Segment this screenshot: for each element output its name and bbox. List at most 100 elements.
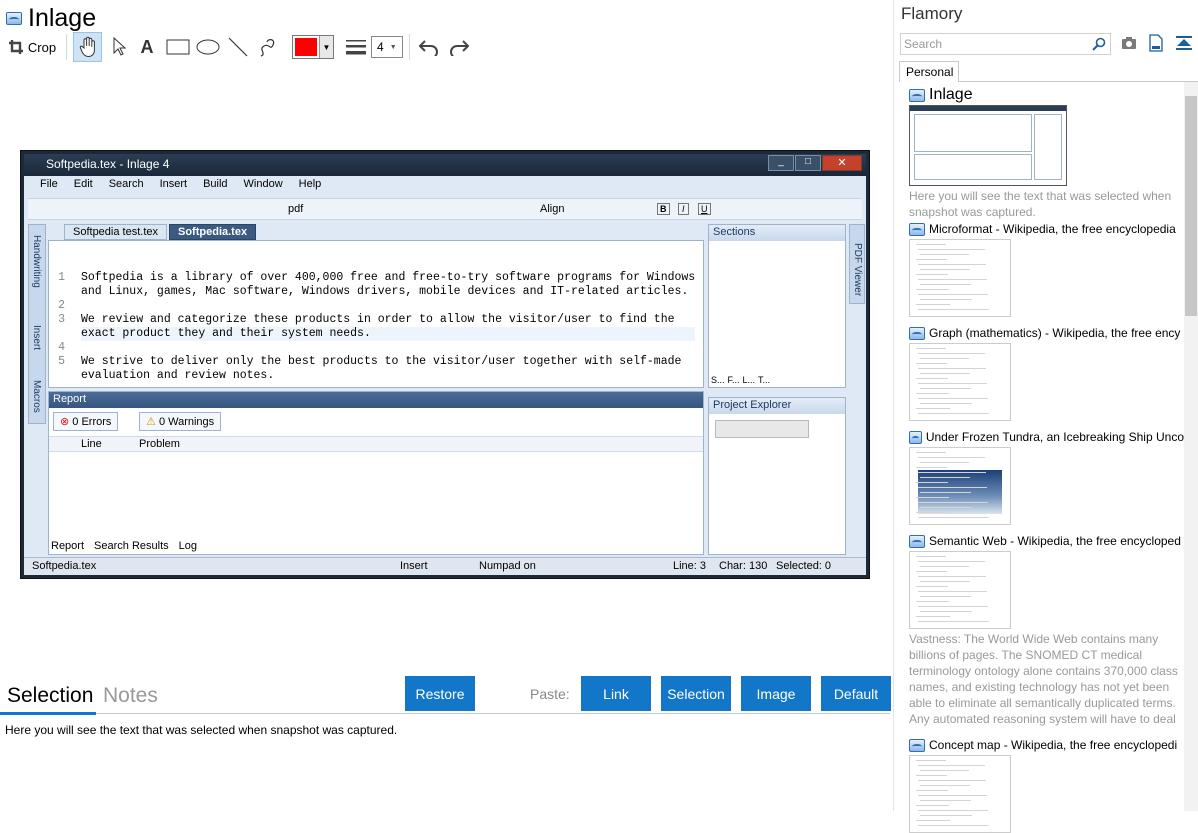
line-width-icon-button[interactable]: [343, 32, 369, 62]
chevron-down-icon: ▼: [389, 43, 397, 51]
line-width-icon: [346, 40, 366, 55]
hand-icon: [79, 36, 95, 58]
maximize-icon: □: [795, 155, 821, 171]
collapse-icon[interactable]: [1175, 35, 1193, 51]
item-title: Graph (mathematics) - Wikipedia, the fre…: [929, 326, 1181, 340]
app-icon: [909, 222, 925, 236]
hand-tool-button[interactable]: [73, 32, 102, 62]
bold-icon: B: [657, 203, 670, 215]
active-tab-indicator: [0, 712, 96, 715]
paste-image-button[interactable]: Image: [741, 676, 811, 711]
side-tab-insert: Insert: [31, 325, 42, 351]
app-icon: [909, 534, 925, 548]
tab-personal[interactable]: Personal: [899, 61, 959, 82]
project-explorer-pane: Project Explorer: [708, 397, 846, 555]
pdf-viewer-tab: PDF Viewer: [849, 224, 865, 304]
rectangle-tool-button[interactable]: [164, 32, 192, 62]
divider: [0, 713, 890, 714]
output-format: pdf: [288, 203, 304, 215]
report-pane: Report ⊗ 0 Errors ⚠ 0 Warnings Line Prob…: [48, 391, 704, 555]
freehand-tool-button[interactable]: [254, 32, 282, 62]
undo-icon: [418, 40, 438, 56]
minimize-icon: _: [768, 155, 794, 171]
camera-icon[interactable]: [1121, 36, 1137, 50]
list-item[interactable]: Concept map - Wikipedia, the free encycl…: [909, 737, 1184, 833]
paste-selection-button[interactable]: Selection: [661, 676, 731, 711]
ellipse-tool-button[interactable]: [194, 32, 222, 62]
selected-text: Here you will see the text that was sele…: [5, 723, 398, 737]
color-picker[interactable]: ▼: [292, 32, 334, 62]
app-icon: [6, 12, 22, 25]
item-title: Under Frozen Tundra, an Icebreaking Ship…: [925, 430, 1184, 444]
paste-link-button[interactable]: Link: [581, 676, 651, 711]
snapshot-toolbar: pdf Align B I U: [28, 198, 862, 220]
warning-icon: ⚠: [146, 416, 156, 428]
app-icon: [909, 326, 925, 340]
tab-underline: [958, 81, 1198, 82]
menu-build: Build: [203, 178, 228, 190]
ellipse-icon: [196, 39, 220, 55]
search-icon[interactable]: [1092, 37, 1106, 51]
document-icon[interactable]: [1149, 34, 1163, 52]
list-item[interactable]: Microformat - Wikipedia, the free encycl…: [909, 221, 1184, 317]
list-item[interactable]: Graph (mathematics) - Wikipedia, the fre…: [909, 325, 1184, 421]
code-editor: 1 23 45 Softpedia is a library of over 4…: [48, 240, 704, 388]
item-title: Inlage: [929, 87, 973, 103]
item-title: Concept map - Wikipedia, the free encycl…: [929, 738, 1178, 752]
text-tool-button[interactable]: A: [135, 32, 159, 62]
close-icon: ✕: [822, 155, 862, 171]
item-thumbnail: [909, 239, 1011, 317]
app-icon: [909, 430, 922, 444]
menu-insert: Insert: [159, 178, 188, 190]
list-item[interactable]: Semantic Web - Wikipedia, the free encyc…: [909, 533, 1184, 727]
freehand-icon: [260, 39, 275, 57]
inlage-window: Softpedia.tex - Inlage 4 _ □ ✕ File Edit…: [24, 154, 866, 575]
window-title: Softpedia.tex - Inlage 4: [46, 157, 170, 171]
snapshot-statusbar: Softpedia.tex Insert Numpad on Line: 3 C…: [24, 557, 866, 575]
paste-label: Paste:: [530, 686, 570, 702]
item-title: Microformat - Wikipedia, the free encycl…: [929, 222, 1176, 236]
current-color-swatch: [293, 36, 319, 58]
crop-icon: [8, 40, 23, 54]
list-item[interactable]: Under Frozen Tundra, an Icebreaking Ship…: [909, 429, 1184, 525]
sections-header: Sections: [709, 225, 845, 241]
rectangle-icon: [166, 39, 190, 55]
search-input[interactable]: Search: [900, 33, 1111, 55]
sections-pane: Sections S... F... L... T...: [708, 224, 846, 388]
doc-tab-test: Softpedia test.tex: [64, 224, 167, 240]
report-header: Report: [49, 392, 703, 408]
arrow-pointer-icon: [113, 37, 126, 56]
crop-label: Crop: [27, 39, 57, 55]
line-width-value: 4: [377, 40, 384, 54]
align-label: Align: [540, 203, 565, 215]
project-explorer-header: Project Explorer: [709, 398, 845, 414]
list-item[interactable]: Inlage Here you will see the text that w…: [909, 87, 1184, 220]
menu-search: Search: [108, 178, 144, 190]
side-tabs: Handwriting Insert Macros: [28, 224, 46, 424]
side-tab-macros: Macros: [31, 380, 42, 413]
undo-button[interactable]: [416, 32, 442, 62]
scrollbar-thumb[interactable]: [1185, 96, 1197, 316]
paste-default-button[interactable]: Default: [821, 676, 891, 711]
search-placeholder: Search: [904, 37, 943, 51]
redo-button[interactable]: [446, 32, 472, 62]
line-icon: [228, 37, 248, 57]
snapshot-menubar: File Edit Search Insert Build Window Hel…: [40, 178, 321, 190]
sidebar-divider: [893, 0, 894, 811]
side-tab-handwriting: Handwriting: [31, 235, 42, 288]
select-tool-button[interactable]: [107, 32, 131, 62]
menu-edit: Edit: [73, 178, 93, 190]
line-tool-button[interactable]: [224, 32, 252, 62]
restore-button[interactable]: Restore: [405, 676, 475, 711]
menu-window: Window: [243, 178, 283, 190]
tab-notes[interactable]: Notes: [103, 684, 158, 708]
code-text: Softpedia is a library of over 400,000 f…: [81, 271, 696, 382]
line-width-select[interactable]: 4 ▼: [371, 32, 403, 62]
item-thumbnail: [909, 105, 1067, 186]
menu-help: Help: [298, 178, 322, 190]
crop-button[interactable]: Crop: [6, 32, 58, 62]
app-title-text: Inlage: [28, 4, 97, 32]
tab-selection[interactable]: Selection: [7, 684, 93, 708]
error-icon: ⊗: [60, 416, 70, 428]
item-description: Vastness: The World Wide Web contains ma…: [909, 632, 1178, 726]
